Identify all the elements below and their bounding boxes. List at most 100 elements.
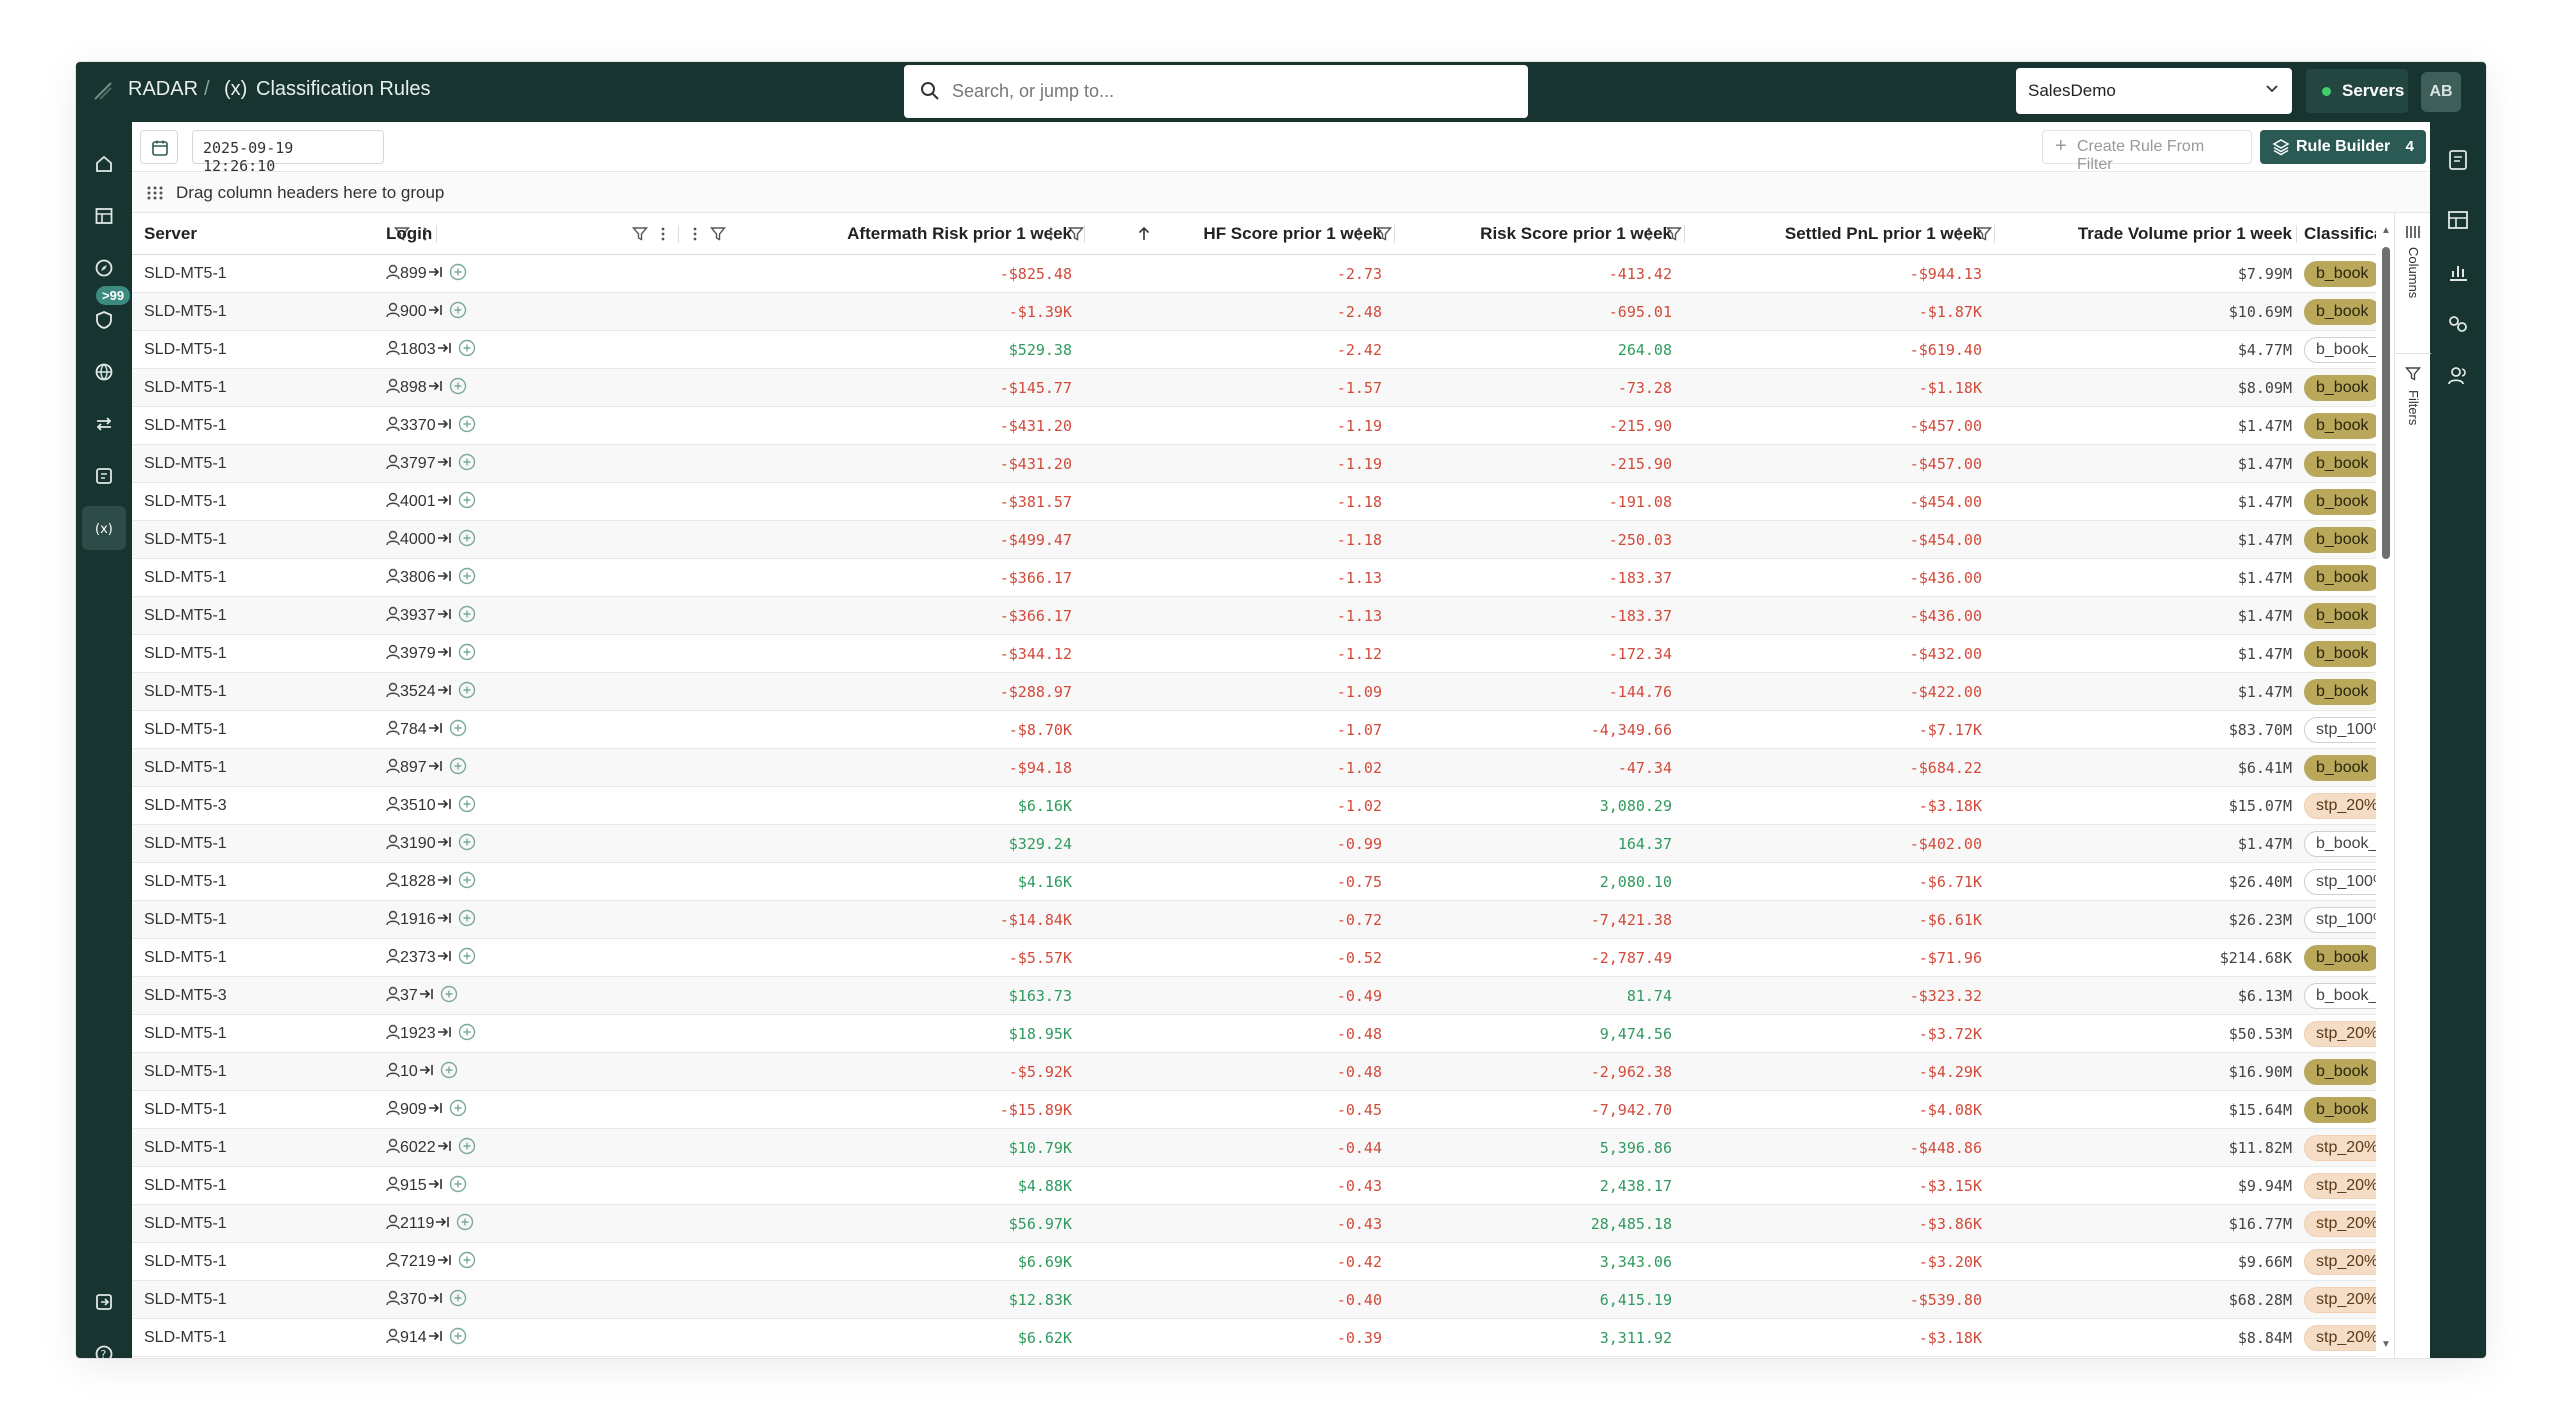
table-row[interactable]: SLD-MT5-1 6022 $10.79K -0.44 5,396.86 -$448.8… bbox=[132, 1129, 2376, 1167]
arrow-to-line-icon[interactable] bbox=[436, 340, 452, 356]
arrow-to-line-icon[interactable] bbox=[427, 1328, 443, 1344]
login-cell[interactable]: 4001 bbox=[386, 483, 476, 521]
classification-cell[interactable]: stp_100% bbox=[2304, 711, 2376, 749]
add-circle-icon[interactable] bbox=[458, 947, 476, 965]
arrow-to-line-icon[interactable] bbox=[418, 1062, 434, 1078]
column-menu-icon[interactable] bbox=[692, 226, 698, 242]
login-id[interactable]: 3806 bbox=[400, 569, 436, 586]
classification-cell[interactable]: stp_20% bbox=[2304, 1015, 2376, 1053]
login-cell[interactable]: 6022 bbox=[386, 1129, 476, 1167]
row-group-panel[interactable]: Drag column headers here to group bbox=[132, 173, 2430, 213]
classification-cell[interactable]: b_book_delay bbox=[2304, 825, 2376, 863]
snapshot-datetime[interactable]: 2025-09-19 12:26:10 bbox=[192, 130, 384, 175]
column-separator[interactable] bbox=[1084, 225, 1085, 243]
network-icon[interactable] bbox=[2442, 308, 2474, 340]
search-input[interactable] bbox=[952, 75, 1512, 107]
column-header-hf-score[interactable]: HF Score prior 1 week bbox=[1152, 213, 1382, 255]
arrow-to-line-icon[interactable] bbox=[436, 910, 452, 926]
login-id[interactable]: 3979 bbox=[400, 645, 436, 662]
login-id[interactable]: 370 bbox=[400, 1291, 427, 1308]
table-row[interactable]: SLD-MT5-1 784 -$8.70K -1.07 -4,349.66 -$7.17K… bbox=[132, 711, 2376, 749]
add-circle-icon[interactable] bbox=[458, 339, 476, 357]
login-cell[interactable]: 10 bbox=[386, 1053, 458, 1091]
filter-icon[interactable] bbox=[1976, 226, 1992, 242]
add-circle-icon[interactable] bbox=[449, 1289, 467, 1307]
login-cell[interactable]: 7219 bbox=[386, 1243, 476, 1281]
column-separator[interactable] bbox=[1994, 225, 1995, 243]
classification-badge[interactable]: b_book bbox=[2304, 565, 2376, 591]
add-circle-icon[interactable] bbox=[449, 263, 467, 281]
table-row[interactable]: SLD-MT5-1 1803 $529.38 -2.42 264.08 -$619.40 $… bbox=[132, 331, 2376, 369]
create-rule-from-filter-button[interactable]: + Create Rule From Filter bbox=[2042, 130, 2252, 173]
login-cell[interactable]: 897 bbox=[386, 749, 467, 787]
scroll-up-icon[interactable]: ▲ bbox=[2381, 225, 2391, 236]
add-circle-icon[interactable] bbox=[449, 757, 467, 775]
arrow-to-line-icon[interactable] bbox=[436, 948, 452, 964]
classification-badge[interactable]: b_book bbox=[2304, 413, 2376, 439]
login-id[interactable]: 784 bbox=[400, 721, 427, 738]
classification-badge[interactable]: stp_100% bbox=[2304, 907, 2376, 933]
arrow-to-line-icon[interactable] bbox=[436, 1024, 452, 1040]
classification-cell[interactable]: stp_20% bbox=[2304, 1243, 2376, 1281]
compass-icon[interactable] bbox=[82, 246, 126, 290]
column-menu-icon[interactable] bbox=[1646, 226, 1652, 242]
report-list-icon[interactable] bbox=[2442, 144, 2474, 176]
column-header-classification[interactable]: Classification bbox=[2304, 213, 2376, 255]
classification-cell[interactable]: b_book bbox=[2304, 445, 2376, 483]
column-separator[interactable] bbox=[2296, 225, 2297, 243]
arrow-to-line-icon[interactable] bbox=[436, 1138, 452, 1154]
table-row[interactable]: SLD-MT5-3 3510 $6.16K -1.02 3,080.29 -$3.18K $… bbox=[132, 787, 2376, 825]
column-header-login[interactable]: Login bbox=[386, 213, 432, 255]
filter-icon[interactable] bbox=[1068, 226, 1084, 242]
login-cell[interactable]: 899 bbox=[386, 255, 467, 293]
column-menu-icon[interactable] bbox=[1356, 226, 1362, 242]
arrow-to-line-icon[interactable] bbox=[436, 682, 452, 698]
add-circle-icon[interactable] bbox=[458, 453, 476, 471]
classification-badge[interactable]: stp_100% bbox=[2304, 869, 2376, 895]
classification-badge[interactable]: b_book bbox=[2304, 603, 2376, 629]
arrow-to-line-icon[interactable] bbox=[436, 492, 452, 508]
login-id[interactable]: 899 bbox=[400, 265, 427, 282]
arrow-to-line-icon[interactable] bbox=[436, 834, 452, 850]
add-circle-icon[interactable] bbox=[458, 795, 476, 813]
add-circle-icon[interactable] bbox=[458, 681, 476, 699]
login-cell[interactable]: 3979 bbox=[386, 635, 476, 673]
users-icon[interactable] bbox=[2442, 360, 2474, 392]
login-cell[interactable]: 1923 bbox=[386, 1015, 476, 1053]
login-cell[interactable]: 914 bbox=[386, 1319, 467, 1357]
classification-badge[interactable]: b_book bbox=[2304, 527, 2376, 553]
login-cell[interactable]: 370 bbox=[386, 1281, 467, 1319]
classification-badge[interactable]: b_book bbox=[2304, 1059, 2376, 1085]
add-circle-icon[interactable] bbox=[449, 1175, 467, 1193]
login-cell[interactable]: 1916 bbox=[386, 901, 476, 939]
table-row[interactable]: SLD-MT5-1 898 -$145.77 -1.57 -73.28 -$1.18K $8… bbox=[132, 369, 2376, 407]
rule-builder-button[interactable]: Rule Builder 4 bbox=[2260, 130, 2426, 164]
classification-badge[interactable]: stp_20% bbox=[2304, 1021, 2376, 1047]
column-menu-icon[interactable] bbox=[1048, 226, 1054, 242]
breadcrumb-home[interactable]: RADAR bbox=[128, 78, 198, 101]
columns-panel-tab[interactable]: Columns bbox=[2395, 219, 2431, 351]
classification-cell[interactable]: b_book bbox=[2304, 1053, 2376, 1091]
login-id[interactable]: 909 bbox=[400, 1101, 427, 1118]
classification-badge[interactable]: b_book_delay bbox=[2304, 337, 2376, 363]
login-cell[interactable]: 1828 bbox=[386, 863, 476, 901]
arrow-to-line-icon[interactable] bbox=[427, 720, 443, 736]
classification-cell[interactable]: b_book bbox=[2304, 407, 2376, 445]
login-cell[interactable]: 900 bbox=[386, 293, 467, 331]
table-row[interactable]: SLD-MT5-1 4000 -$499.47 -1.18 -250.03 -$454.0… bbox=[132, 521, 2376, 559]
classification-cell[interactable]: stp_100% bbox=[2304, 863, 2376, 901]
login-cell[interactable]: 3524 bbox=[386, 673, 476, 711]
table-row[interactable]: SLD-MT5-1 3524 -$288.97 -1.09 -144.76 -$422.0… bbox=[132, 673, 2376, 711]
classification-badge[interactable]: b_book bbox=[2304, 1097, 2376, 1123]
classification-cell[interactable]: b_book_delay bbox=[2304, 977, 2376, 1015]
filter-icon[interactable] bbox=[1666, 226, 1682, 242]
login-id[interactable]: 914 bbox=[400, 1329, 427, 1346]
arrow-to-line-icon[interactable] bbox=[436, 606, 452, 622]
add-circle-icon[interactable] bbox=[449, 1099, 467, 1117]
table-row[interactable]: SLD-MT5-3 37 $163.73 -0.49 81.74 -$323.32 $6.1… bbox=[132, 977, 2376, 1015]
classification-badge[interactable]: stp_20% bbox=[2304, 1211, 2376, 1237]
arrow-to-line-icon[interactable] bbox=[427, 1290, 443, 1306]
login-id[interactable]: 4000 bbox=[400, 531, 436, 548]
filter-icon[interactable] bbox=[1376, 226, 1392, 242]
bar-chart-icon[interactable] bbox=[2442, 256, 2474, 288]
